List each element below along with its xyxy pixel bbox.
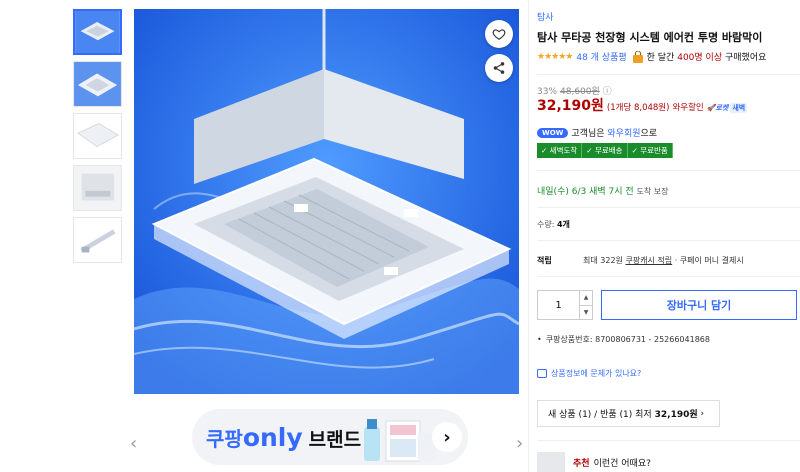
purchase-count-text: 한 달간 400명 이상 구매했어요 <box>646 53 767 63</box>
unit-price: (1개당 8,048원) <box>606 103 670 113</box>
quantity-info: 수량: 4개 <box>537 220 570 229</box>
sale-price: 32,190원 <box>537 98 604 114</box>
thumbnail-list <box>73 9 124 269</box>
benefit-tag-dawn: ✓ 새벽도착 <box>537 143 583 158</box>
wow-member-link[interactable]: 와우회원 <box>607 126 640 139</box>
chat-icon <box>537 369 547 378</box>
main-product-image <box>134 9 519 394</box>
quantity-stepper[interactable]: 1 ▲ ▼ <box>537 290 593 320</box>
recommendation-row: 추천 이런건 어때요? <box>537 452 651 472</box>
wishlist-button[interactable] <box>485 20 513 48</box>
cash-reward-row: 적립 최대 322원 쿠팡캐시 적립 · 쿠페이 머니 결제시 <box>537 255 744 266</box>
star-rating[interactable]: ★★★★★ <box>537 52 573 62</box>
divider <box>537 207 800 208</box>
quantity-decrease-button[interactable]: ▼ <box>580 306 592 320</box>
thumbnail-1[interactable] <box>73 9 122 55</box>
carousel-prev-arrow[interactable]: ‹ <box>130 433 137 454</box>
banner-arrow-button[interactable]: › <box>432 422 462 452</box>
reward-text: 최대 322원 쿠팡캐시 적립 · 쿠페이 머니 결제시 <box>583 256 744 265</box>
wow-discount-label: 와우할인 <box>672 103 704 113</box>
rating-row: ★★★★★ 48 개 상품평 한 달간 400명 이상 구매했어요 <box>537 50 766 63</box>
brand-link[interactable]: 탐사 <box>537 10 554 23</box>
quantity-value[interactable]: 1 <box>538 300 579 311</box>
benefit-tags: ✓ 새벽도착 ✓ 무료배송 ✓ 무료반품 <box>537 143 673 158</box>
quantity-increase-button[interactable]: ▲ <box>580 291 592 306</box>
quantity-arrows: ▲ ▼ <box>579 291 592 319</box>
coupang-only-brand-banner[interactable]: 쿠팡only 브랜드 › <box>192 409 468 465</box>
recommend-label: 추천 <box>573 458 590 469</box>
reward-label: 적립 <box>537 256 552 265</box>
add-to-cart-button[interactable]: 장바구니 담기 <box>601 290 797 320</box>
other-sellers-button[interactable]: 새 상품 (1) / 반품 (1) 최저 32,190원 › <box>537 400 720 427</box>
banner-product-image <box>364 419 436 462</box>
divider <box>537 276 800 277</box>
heart-icon <box>492 29 506 40</box>
shopping-bag-icon <box>632 50 643 63</box>
report-issue-link[interactable]: 상품정보에 문제가 있나요? <box>537 368 641 379</box>
wow-member-row: WOW 고객님은 와우회원 으로 <box>537 126 657 139</box>
price-row: 32,190원 (1개당 8,048원) 와우할인 🚀 로켓 새벽 <box>537 95 748 115</box>
share-icon <box>493 62 505 74</box>
carousel-next-arrow[interactable]: › <box>516 433 523 454</box>
divider <box>537 240 800 241</box>
share-button[interactable] <box>485 54 513 82</box>
recommend-text: 이런건 어때요? <box>593 458 651 469</box>
review-count-link[interactable]: 48 개 상품평 <box>576 50 626 63</box>
thumbnail-3[interactable] <box>73 113 122 159</box>
thumbnail-2[interactable] <box>73 61 122 107</box>
thumbnail-5[interactable] <box>73 217 122 263</box>
product-number: 쿠팡상품번호: 8700806731 - 25266041868 <box>537 334 710 345</box>
benefit-tag-free-shipping: ✓ 무료배송 <box>582 143 628 158</box>
recommendation-thumbnail[interactable] <box>537 452 565 472</box>
delivery-estimate: 내일(수) 6/3 새벽 7시 전 도착 보장 <box>537 187 669 197</box>
divider <box>537 440 800 441</box>
divider <box>537 74 800 75</box>
divider <box>537 170 800 171</box>
rocket-delivery-badge: 🚀 로켓 새벽 <box>706 103 748 113</box>
product-title: 탐사 무타공 천장형 시스템 에어컨 투명 바람막이 <box>537 31 763 44</box>
column-divider <box>528 0 529 472</box>
banner-text: 쿠팡only 브랜드 <box>206 422 362 452</box>
coupang-cash-link[interactable]: 쿠팡캐시 적립 <box>625 256 672 265</box>
thumbnail-4[interactable] <box>73 165 122 211</box>
benefit-tag-free-return: ✓ 무료반품 <box>627 143 673 158</box>
wow-badge: WOW <box>537 127 569 138</box>
